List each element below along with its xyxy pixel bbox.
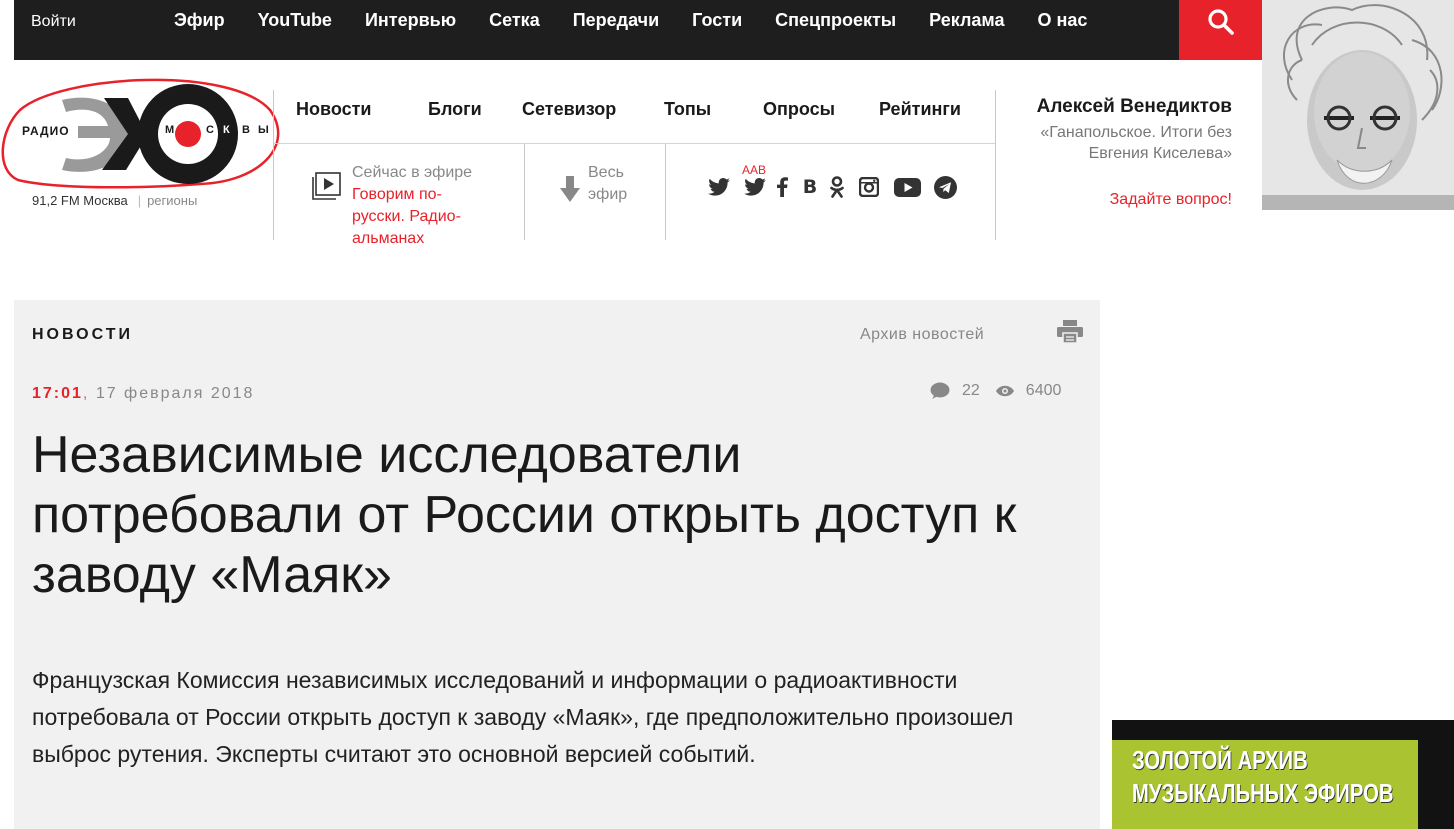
search-icon	[1208, 9, 1234, 35]
views-icon	[995, 385, 1014, 397]
top-nav-about[interactable]: О нас	[1038, 10, 1088, 31]
host-name[interactable]: Алексей Венедиктов	[1000, 96, 1232, 118]
article-time: 17:01	[32, 385, 83, 402]
article-date: 17 февраля 2018	[95, 385, 255, 402]
arrow-down-icon	[560, 176, 580, 202]
top-nav-interviews[interactable]: Интервью	[365, 10, 456, 31]
main-nav-polls[interactable]: Опросы	[763, 99, 835, 120]
on-air-label: Сейчас в эфире	[352, 164, 473, 181]
vk-icon[interactable]: В	[801, 175, 819, 199]
header-divider-mid2	[665, 143, 666, 240]
top-nav-youtube[interactable]: YouTube	[258, 10, 332, 31]
telegram-icon[interactable]	[933, 175, 957, 199]
top-nav-specprojects[interactable]: Спецпроекты	[775, 10, 896, 31]
logo-moskvy-letter-v: В	[242, 124, 250, 136]
header-divider-right	[995, 90, 996, 240]
top-nav-efir[interactable]: Эфир	[174, 10, 225, 31]
logo-moskvy-letter-m: М	[165, 124, 175, 136]
golden-archive-banner[interactable]: Золотой архив музыкальных эфиров	[1112, 720, 1454, 829]
play-video-icon	[312, 172, 341, 200]
instagram-icon[interactable]	[857, 175, 881, 199]
host-portrait-image	[1262, 0, 1454, 210]
article-lead: Французская Комиссия независимых исследо…	[32, 667, 1014, 767]
regions-link[interactable]: регионы	[147, 193, 197, 208]
main-nav-blogs[interactable]: Блоги	[428, 99, 482, 120]
logo-moskvy-letter-s: С	[206, 124, 214, 136]
echo-moskvy-logo[interactable]: РАДИО М С К В Ы	[0, 70, 290, 195]
main-nav-ratings[interactable]: Рейтинги	[879, 99, 961, 120]
top-nav-ads[interactable]: Реклама	[929, 10, 1004, 31]
top-nav-guests[interactable]: Гости	[692, 10, 742, 31]
top-nav: Эфир YouTube Интервью Сетка Передачи Гос…	[174, 10, 1120, 31]
print-icon[interactable]	[1057, 320, 1083, 344]
ask-question-link[interactable]: Задайте вопрос!	[1000, 191, 1232, 209]
comments-count[interactable]: 22	[962, 382, 980, 400]
host-show-title[interactable]: «Ганапольское. Итоги без Евгения Киселев…	[1000, 122, 1232, 164]
header-divider-mid	[524, 143, 525, 240]
odnoklassniki-icon[interactable]	[829, 175, 845, 199]
search-button[interactable]	[1179, 0, 1262, 60]
comments-icon[interactable]	[930, 382, 950, 400]
article-dateline: 17:01, 17 февраля 2018	[32, 385, 255, 402]
logo-moskvy-letter-y: Ы	[258, 124, 269, 136]
section-label[interactable]: НОВОСТИ	[32, 326, 133, 344]
article-headline: Независимые исследователи потребовали от…	[32, 426, 1017, 604]
login-link[interactable]: Войти	[31, 13, 76, 31]
banner-text: Золотой архив музыкальных эфиров	[1132, 744, 1394, 810]
youtube-icon[interactable]	[893, 175, 921, 199]
logo-moskvy-letter-k: К	[223, 124, 230, 136]
article-block: НОВОСТИ Архив новостей 17:01, 17 февраля…	[14, 300, 1100, 829]
top-bar: Войти Эфир YouTube Интервью Сетка Переда…	[14, 0, 1262, 60]
social-links: В	[707, 175, 971, 199]
top-nav-schedule[interactable]: Сетка	[489, 10, 540, 31]
header-divider-horizontal	[274, 143, 995, 144]
main-nav-news[interactable]: Новости	[296, 99, 371, 120]
frequency-text: 91,2 FM Москва	[32, 193, 128, 208]
all-air-label: Весь эфир	[588, 164, 628, 203]
logo-radio-text: РАДИО	[22, 124, 70, 138]
views-count: 6400	[1025, 382, 1062, 399]
article-stats: 22 6400	[930, 382, 1077, 400]
header-divider-left	[273, 90, 274, 240]
facebook-icon[interactable]	[775, 175, 789, 199]
main-nav-tops[interactable]: Топы	[664, 99, 711, 120]
host-info[interactable]: Алексей Венедиктов «Ганапольское. Итоги …	[1000, 96, 1232, 164]
twitter-icon[interactable]	[707, 175, 731, 199]
host-photo[interactable]	[1262, 0, 1454, 210]
banner-line-2: музыкальных эфиров	[1132, 778, 1394, 808]
on-air-show-link[interactable]: Говорим по-русски. Радио-альманах	[352, 184, 492, 250]
top-nav-shows[interactable]: Передачи	[573, 10, 659, 31]
logo-subtitle: 91,2 FM Москва | регионы	[32, 193, 198, 208]
news-archive-link[interactable]: Архив новостей	[860, 326, 984, 344]
main-nav-setevizor[interactable]: Сетевизор	[522, 99, 616, 120]
banner-line-1: Золотой архив	[1132, 745, 1308, 775]
twitter-aab-icon[interactable]	[743, 175, 767, 199]
